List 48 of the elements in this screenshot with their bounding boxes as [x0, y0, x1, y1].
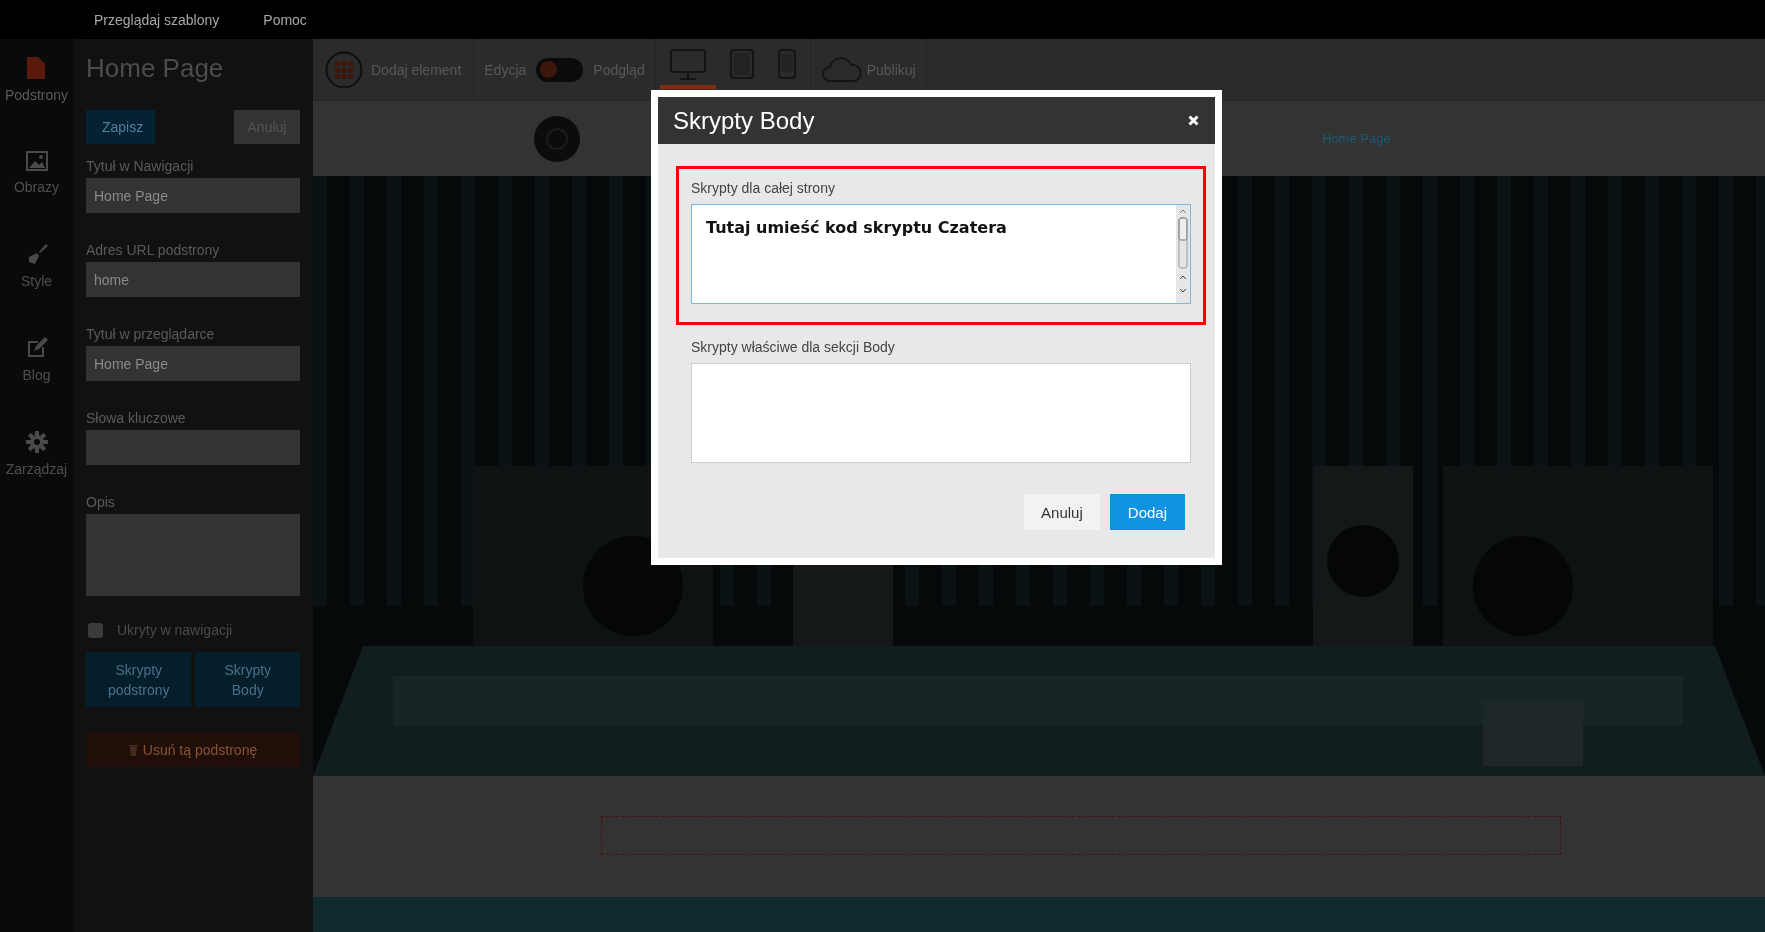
cloud-icon — [820, 56, 863, 83]
field-label: Opis — [86, 494, 116, 510]
checkbox-label: Ukryty w nawigacji — [117, 622, 233, 638]
menu-link[interactable]: Przeglądaj szablony — [94, 11, 220, 28]
grid-icon[interactable] — [325, 50, 363, 89]
dialog-title: Skrypty Body — [673, 106, 815, 135]
page-title: Home Page — [86, 53, 225, 84]
logo-icon — [534, 115, 580, 162]
sidebar-label: Zarządzaj — [5, 461, 68, 477]
edit-icon — [25, 337, 48, 359]
field-label: Adres URL podstrony — [86, 242, 221, 258]
field-label: Skrypty właściwe dla sekcji Body — [691, 339, 896, 355]
description-field[interactable] — [86, 514, 300, 596]
sidebar-label: Obrazy — [13, 179, 60, 195]
input-field[interactable] — [86, 430, 300, 465]
sidebar-item[interactable]: Zarządzaj — [5, 431, 68, 477]
page-icon — [27, 57, 46, 79]
input-field[interactable]: home — [86, 262, 300, 297]
menu-link[interactable]: Pomoc — [263, 11, 307, 28]
field-label: Skrypty dla całej strony — [691, 180, 836, 196]
input-field[interactable]: Home Page — [86, 178, 300, 213]
sidebar-item[interactable]: Podstrony — [4, 57, 68, 103]
close-icon[interactable] — [1188, 115, 1199, 126]
cancel-button[interactable]: Anuluj — [1024, 494, 1100, 530]
input-field[interactable]: Home Page — [86, 346, 300, 381]
nav-link[interactable]: Home Page — [1322, 131, 1391, 146]
delete-button[interactable]: Usuń tą podstronę — [86, 733, 300, 767]
sidebar-label: Style — [20, 273, 53, 289]
sidebar-label: Podstrony — [4, 87, 68, 103]
save-button[interactable]: Zapisz — [86, 110, 155, 144]
add-button[interactable]: Dodaj — [1109, 494, 1185, 530]
script-field[interactable] — [691, 363, 1191, 463]
mode-toggle[interactable] — [536, 57, 584, 82]
field-label: Tytuł w Nawigacji — [86, 158, 195, 174]
sidebar-item[interactable]: Obrazy — [13, 151, 60, 195]
sidebar-item[interactable]: Blog — [22, 337, 51, 383]
sidebar-item[interactable]: Style — [20, 243, 53, 289]
checkbox[interactable] — [88, 622, 103, 638]
trash-icon — [128, 744, 138, 756]
sidebar-label: Blog — [22, 367, 51, 383]
field-label: Tytuł w przeglądarce — [86, 326, 216, 342]
script-field[interactable]: Tutaj umieść kod skryptu Czatera — [691, 204, 1191, 304]
settings-icon — [25, 431, 48, 453]
scrollbar[interactable] — [1176, 205, 1190, 303]
scripts-button[interactable]: Skrypty Body — [195, 652, 300, 707]
scripts-button[interactable]: Skrypty podstrony — [86, 652, 192, 707]
field-label: Słowa kluczowe — [86, 410, 187, 426]
image-icon — [25, 151, 48, 171]
